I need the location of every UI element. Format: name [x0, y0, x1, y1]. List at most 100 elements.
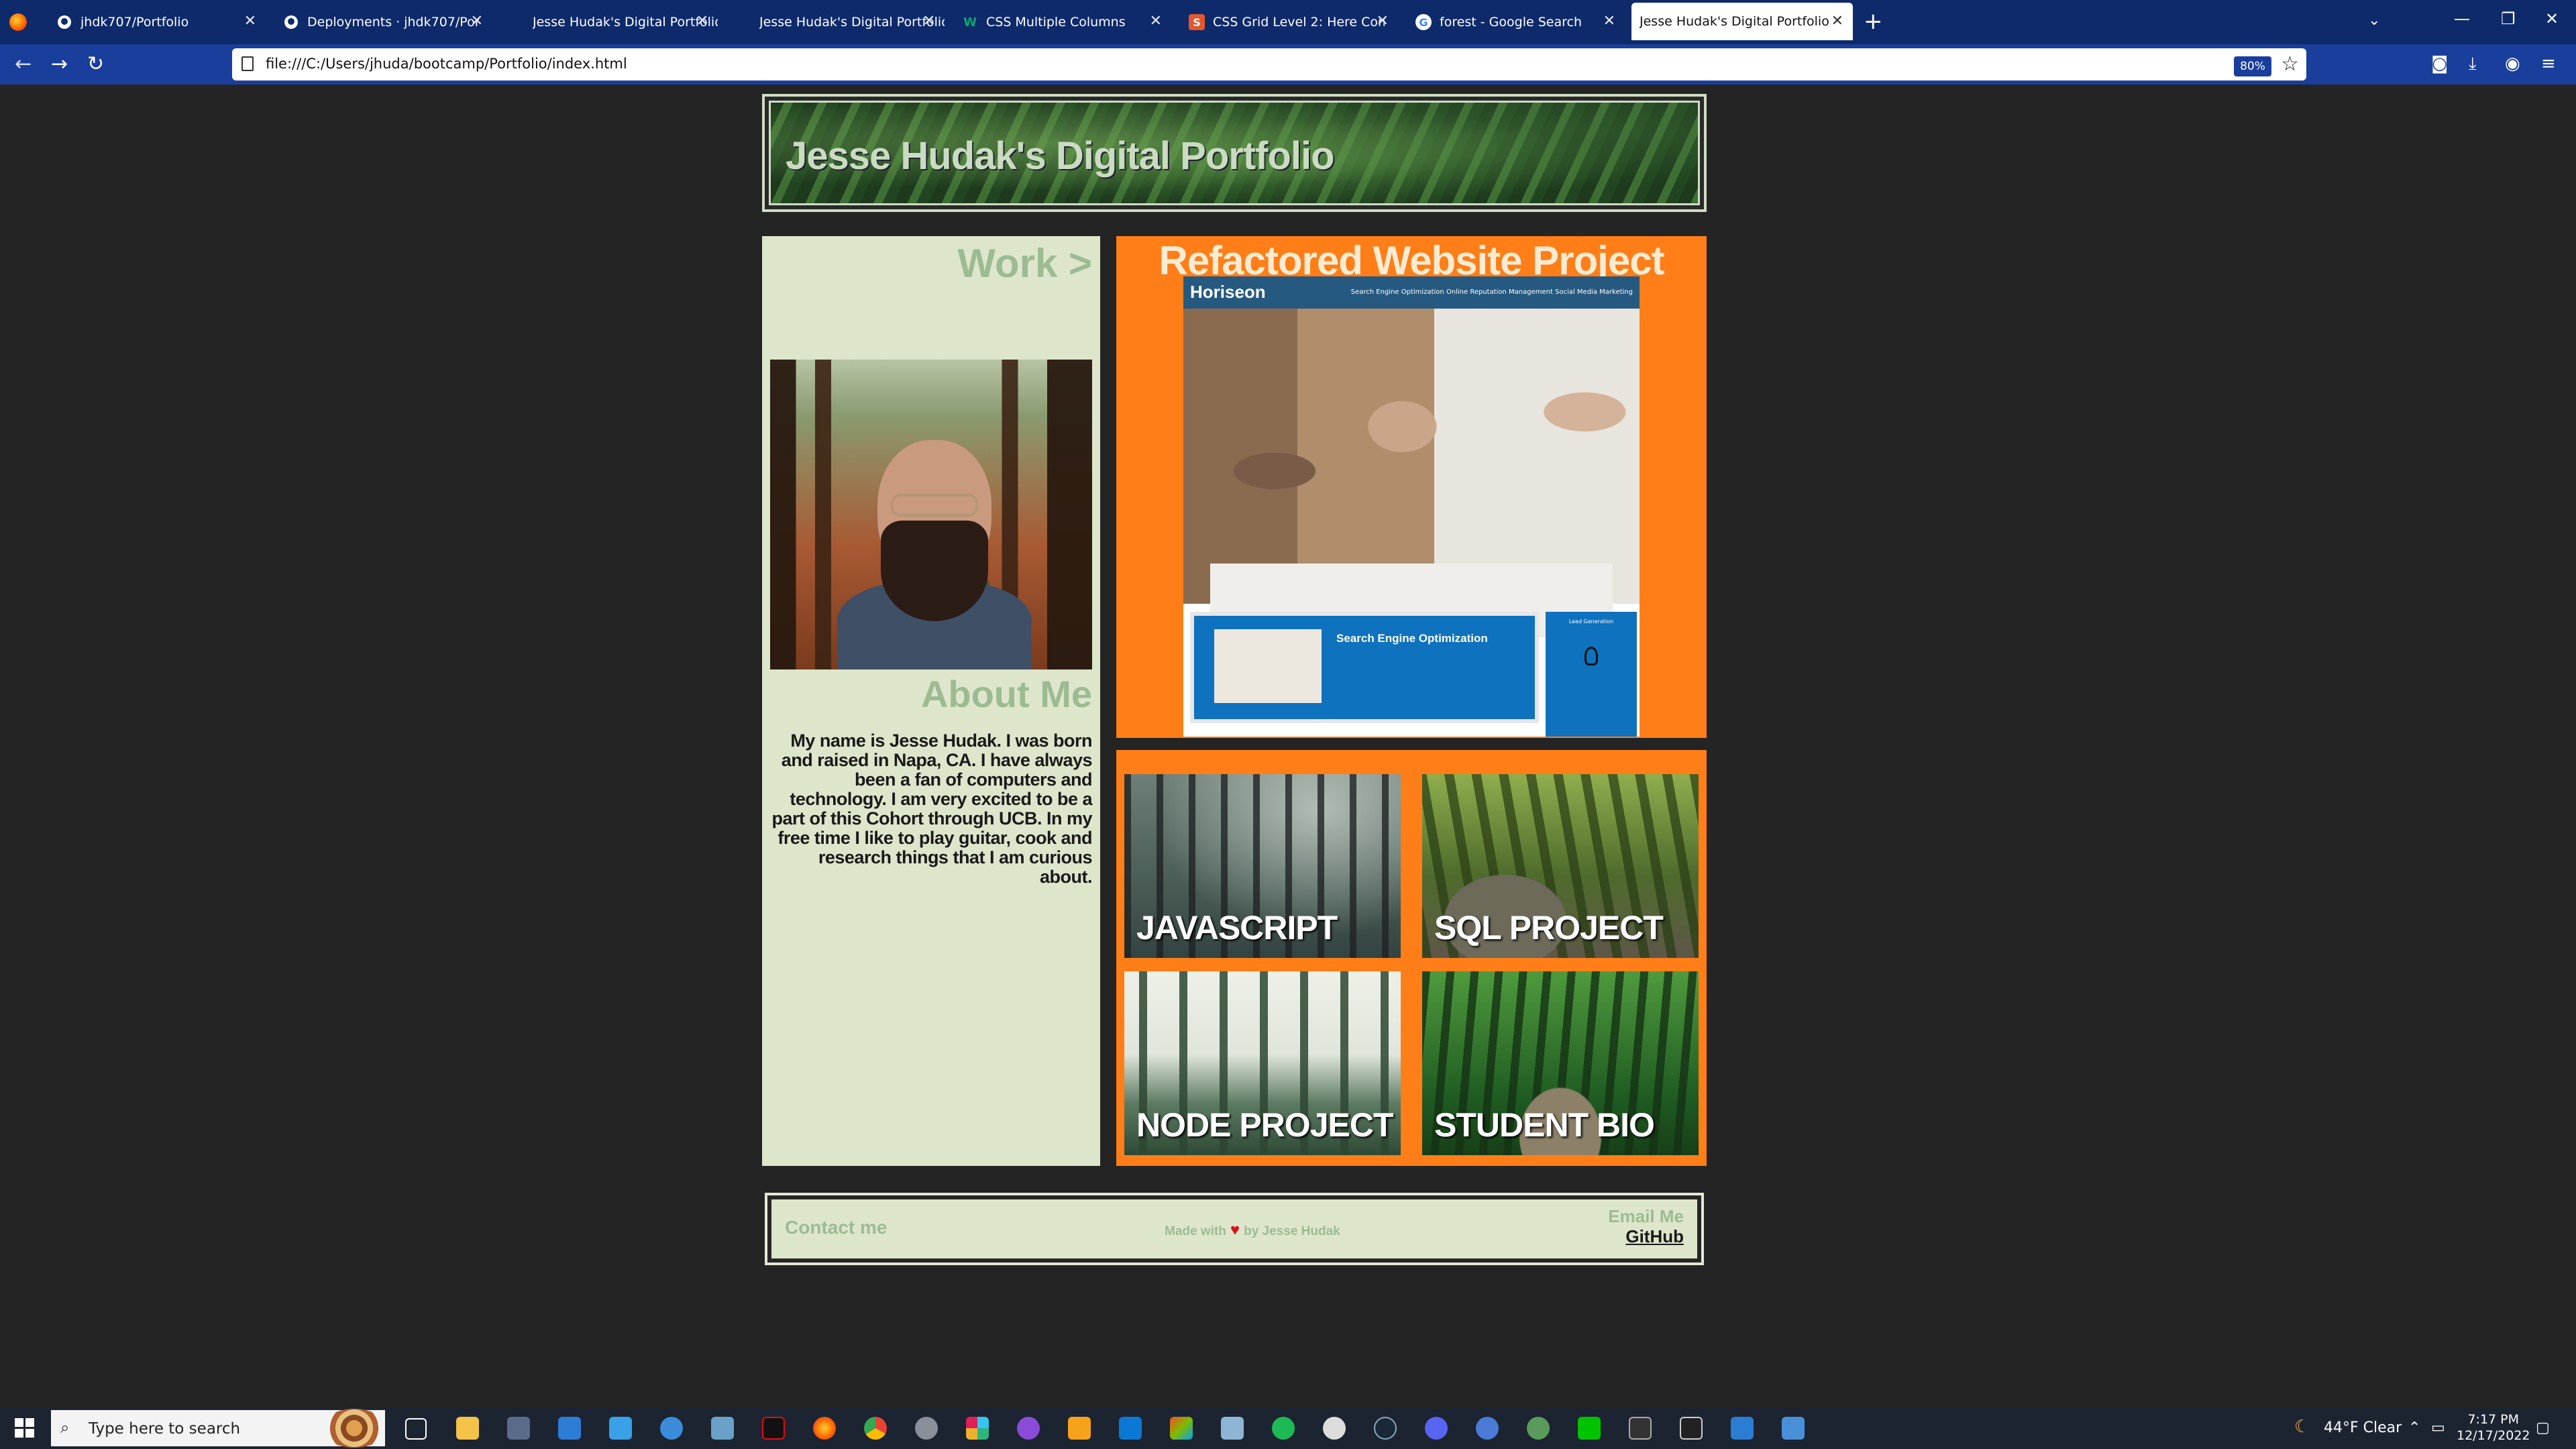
vscode-icon[interactable]: [1119, 1417, 1142, 1440]
app-icon[interactable]: [915, 1417, 938, 1440]
app-icon[interactable]: [1323, 1417, 1346, 1440]
tab-google-forest[interactable]: G forest - Google Search ✕: [1403, 0, 1625, 44]
page-footer: Contact me Made with ♥ by Jesse Hudak Emai…: [765, 1193, 1704, 1265]
slack-icon[interactable]: [966, 1417, 989, 1440]
mail-icon[interactable]: [1731, 1417, 1754, 1440]
close-icon[interactable]: ✕: [471, 13, 483, 30]
tab-github-portfolio[interactable]: jhdk707/Portfolio ✕: [44, 0, 266, 44]
back-icon[interactable]: ←: [15, 52, 32, 76]
tab-label: jhdk707/Portfolio: [80, 15, 189, 30]
tab-css-grid[interactable]: S CSS Grid Level 2: Here Comes Subgrid ✕: [1177, 0, 1398, 44]
tab-portfolio-2[interactable]: Jesse Hudak's Digital Portfolio ✕: [723, 0, 945, 44]
github-desktop-icon[interactable]: [1017, 1417, 1040, 1440]
store-icon[interactable]: [558, 1417, 581, 1440]
list-all-tabs-icon[interactable]: ⌄: [2368, 12, 2380, 29]
tab-deployments[interactable]: Deployments · jhdk707/Portfolio ✕: [271, 0, 492, 44]
notifications-icon[interactable]: ▢: [2536, 1419, 2550, 1436]
weather-moon-icon[interactable]: ☾: [2294, 1417, 2310, 1437]
made-with-label: Made with: [1165, 1224, 1226, 1238]
about-sidebar: Work > About Me My name is Jesse Hudak. …: [762, 236, 1100, 1166]
project-card-node[interactable]: NODE PROJECT: [1124, 971, 1401, 1155]
page-icon: [508, 14, 525, 30]
weather-text[interactable]: 44°F Clear: [2324, 1419, 2402, 1436]
tab-portfolio-active[interactable]: Jesse Hudak's Digital Portfolio ✕: [1631, 3, 1853, 40]
file-explorer-icon[interactable]: [456, 1417, 479, 1440]
tab-label: Deployments · jhdk707/Portfolio: [307, 15, 479, 30]
app-icon[interactable]: [1068, 1417, 1091, 1440]
downloads-icon[interactable]: ⤓: [2469, 54, 2477, 74]
netflix-icon[interactable]: [762, 1417, 785, 1440]
restore-icon[interactable]: ❐: [2501, 9, 2516, 28]
menu-icon[interactable]: ≡: [2541, 54, 2556, 74]
reload-icon[interactable]: ↻: [87, 52, 104, 76]
about-text: My name is Jesse Hudak. I was born and r…: [771, 731, 1093, 887]
close-icon[interactable]: ✕: [1150, 13, 1162, 30]
screenshot-logo: Horiseon: [1190, 282, 1266, 302]
pocket-icon[interactable]: ◙: [2431, 54, 2448, 74]
app-icon[interactable]: [609, 1417, 632, 1440]
featured-project[interactable]: Refactored Website Project Horiseon Sear…: [1116, 236, 1707, 738]
minimize-icon[interactable]: —: [2454, 9, 2470, 28]
close-icon[interactable]: ✕: [1603, 13, 1615, 30]
calculator-icon[interactable]: [507, 1417, 530, 1440]
made-with-text: Made with ♥ by Jesse Hudak: [1165, 1221, 1340, 1240]
tab-label: forest - Google Search: [1440, 15, 1582, 30]
line-icon[interactable]: [1578, 1417, 1601, 1440]
work-link[interactable]: Work >: [957, 240, 1092, 286]
zoom-badge[interactable]: 80%: [2234, 56, 2271, 76]
app-icon[interactable]: [1221, 1417, 1244, 1440]
lightbulb-icon: [1585, 647, 1598, 665]
about-heading: About Me: [920, 673, 1092, 715]
spotify-icon[interactable]: [1272, 1417, 1295, 1440]
screenshot-card-image: [1214, 629, 1322, 703]
url-bar[interactable]: file:///C:/Users/jhuda/bootcamp/Portfoli…: [232, 48, 2306, 80]
terminal-icon[interactable]: [1680, 1417, 1703, 1440]
screenshot-nav: Horiseon Search Engine Optimization Onli…: [1183, 276, 1640, 309]
author-credit: by Jesse Hudak: [1244, 1224, 1340, 1238]
app-icon[interactable]: [660, 1417, 683, 1440]
forward-icon[interactable]: →: [51, 52, 68, 76]
steam-icon[interactable]: [1374, 1417, 1397, 1440]
google-icon: G: [1415, 14, 1432, 30]
close-window-icon[interactable]: ✕: [2545, 9, 2559, 28]
photos-icon[interactable]: [1782, 1417, 1805, 1440]
firefox-icon[interactable]: [813, 1417, 836, 1440]
new-tab-button[interactable]: +: [1864, 9, 1883, 34]
discord-icon[interactable]: [1425, 1417, 1448, 1440]
tab-portfolio-1[interactable]: Jesse Hudak's Digital Portfolio ✕: [496, 0, 718, 44]
project-card-javascript[interactable]: JAVASCRIPT: [1124, 774, 1401, 958]
screenshot-side-card: Lead Generation: [1546, 612, 1637, 737]
firefox-icon[interactable]: [9, 13, 27, 31]
tab-css-columns[interactable]: W CSS Multiple Columns ✕: [950, 0, 1171, 44]
task-view-icon[interactable]: [405, 1418, 427, 1440]
close-icon[interactable]: ✕: [1831, 13, 1843, 30]
calculator-icon[interactable]: [1629, 1417, 1652, 1440]
network-icon[interactable]: ▭: [2431, 1419, 2445, 1436]
chrome-icon[interactable]: [864, 1417, 887, 1440]
github-link[interactable]: GitHub: [1625, 1226, 1684, 1247]
close-icon[interactable]: ✕: [244, 13, 256, 30]
close-icon[interactable]: ✕: [696, 13, 708, 30]
project-label: STUDENT BIO: [1434, 1106, 1655, 1144]
taskbar-clock[interactable]: 7:17 PM 12/17/2022: [2457, 1411, 2530, 1444]
email-link[interactable]: Email Me: [1608, 1206, 1684, 1227]
account-icon[interactable]: ◉: [2505, 54, 2520, 74]
fern-banner-image: Jesse Hudak's Digital Portfolio: [769, 101, 1700, 205]
project-card-student-bio[interactable]: STUDENT BIO: [1422, 971, 1699, 1155]
tab-label: Jesse Hudak's Digital Portfolio: [533, 15, 718, 30]
featured-screenshot[interactable]: Horiseon Search Engine Optimization Onli…: [1183, 276, 1640, 737]
chevron-up-icon[interactable]: ⌃: [2408, 1419, 2420, 1436]
screenshot-side-title: Lead Generation: [1568, 619, 1614, 625]
xbox-icon[interactable]: [1527, 1417, 1550, 1440]
url-text[interactable]: file:///C:/Users/jhuda/bootcamp/Portfoli…: [266, 56, 627, 72]
close-icon[interactable]: ✕: [923, 13, 935, 30]
screenshot-hero-image: [1183, 309, 1640, 637]
page-header: Jesse Hudak's Digital Portfolio: [762, 94, 1707, 212]
app-icon[interactable]: [1170, 1417, 1193, 1440]
windows-start-icon[interactable]: [15, 1418, 35, 1438]
app-icon[interactable]: [1476, 1417, 1499, 1440]
app-icon[interactable]: [711, 1417, 734, 1440]
project-card-sql[interactable]: SQL PROJECT: [1422, 774, 1699, 958]
close-icon[interactable]: ✕: [1377, 13, 1389, 30]
bookmark-star-icon[interactable]: ☆: [2281, 52, 2299, 76]
